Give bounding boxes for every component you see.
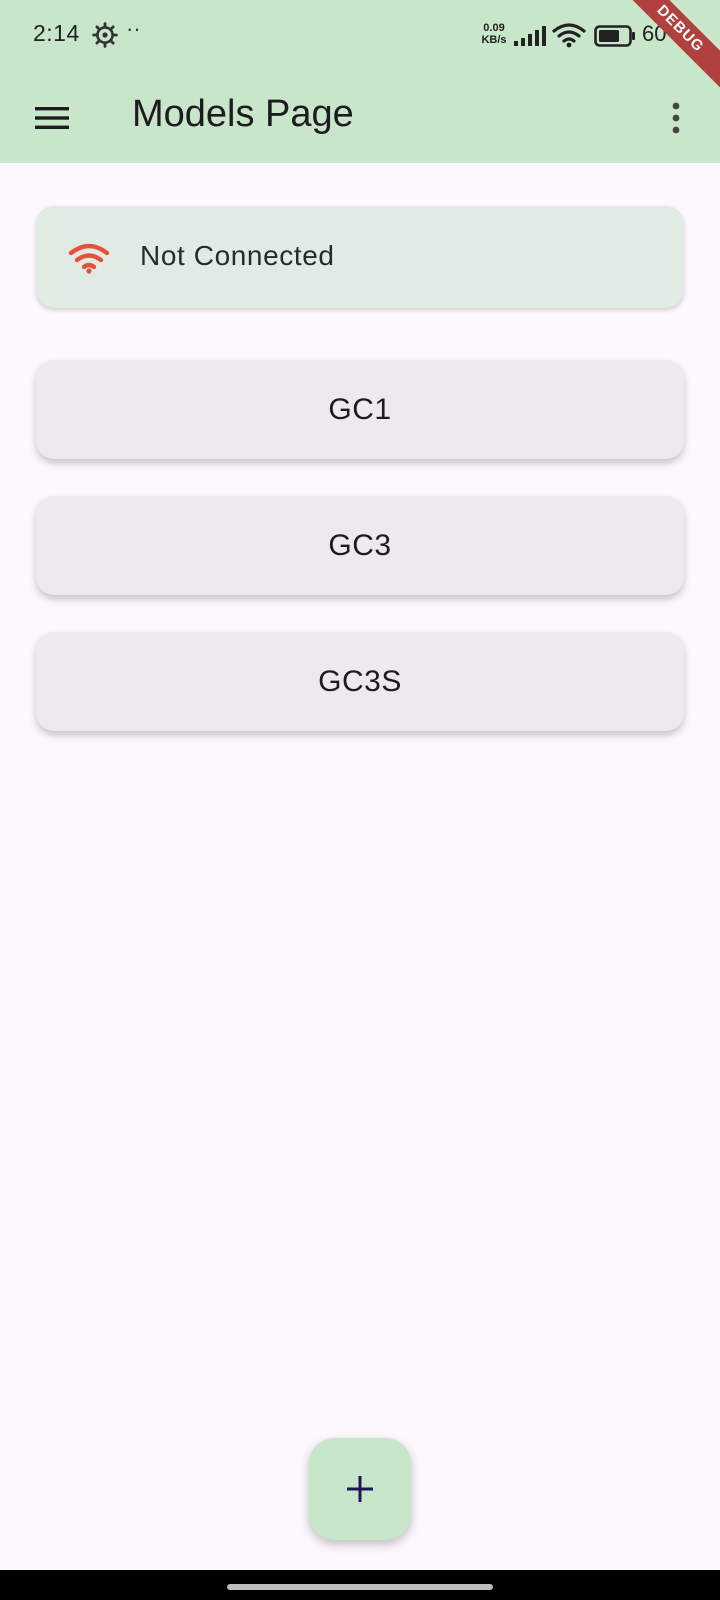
home-gesture-handle[interactable] xyxy=(227,1584,493,1590)
plus-icon xyxy=(347,1476,373,1502)
top-bar: 2:14 ·· 0.09 KB/s 60 DEBUG Models Page xyxy=(0,0,720,163)
more-vert-icon xyxy=(672,102,680,134)
status-time: 2:14 xyxy=(33,20,80,46)
menu-button[interactable] xyxy=(24,90,80,146)
model-card-gc1[interactable]: GC1 xyxy=(36,360,684,459)
connection-status-card[interactable]: Not Connected xyxy=(36,206,684,308)
settings-gear-icon xyxy=(92,22,118,48)
network-speed: 0.09 KB/s xyxy=(478,22,510,46)
network-speed-value: 0.09 xyxy=(483,22,505,34)
system-navigation-bar xyxy=(0,1570,720,1600)
hamburger-menu-icon xyxy=(35,107,69,129)
model-card-gc3s[interactable]: GC3S xyxy=(36,632,684,731)
more-options-button[interactable] xyxy=(652,90,700,146)
wifi-icon xyxy=(68,243,110,274)
model-card-gc3[interactable]: GC3 xyxy=(36,496,684,595)
add-model-button[interactable] xyxy=(309,1438,411,1540)
battery-icon xyxy=(594,25,635,47)
status-bar: 2:14 ·· 0.09 KB/s 60 xyxy=(0,0,720,72)
connection-status-label: Not Connected xyxy=(140,240,335,271)
page-title: Models Page xyxy=(132,93,354,135)
network-speed-unit: KB/s xyxy=(481,34,507,46)
cell-signal-icon xyxy=(514,26,546,46)
app-bar: Models Page xyxy=(0,72,720,163)
notification-dots: ·· xyxy=(126,16,141,41)
wifi-status-icon xyxy=(552,23,586,48)
